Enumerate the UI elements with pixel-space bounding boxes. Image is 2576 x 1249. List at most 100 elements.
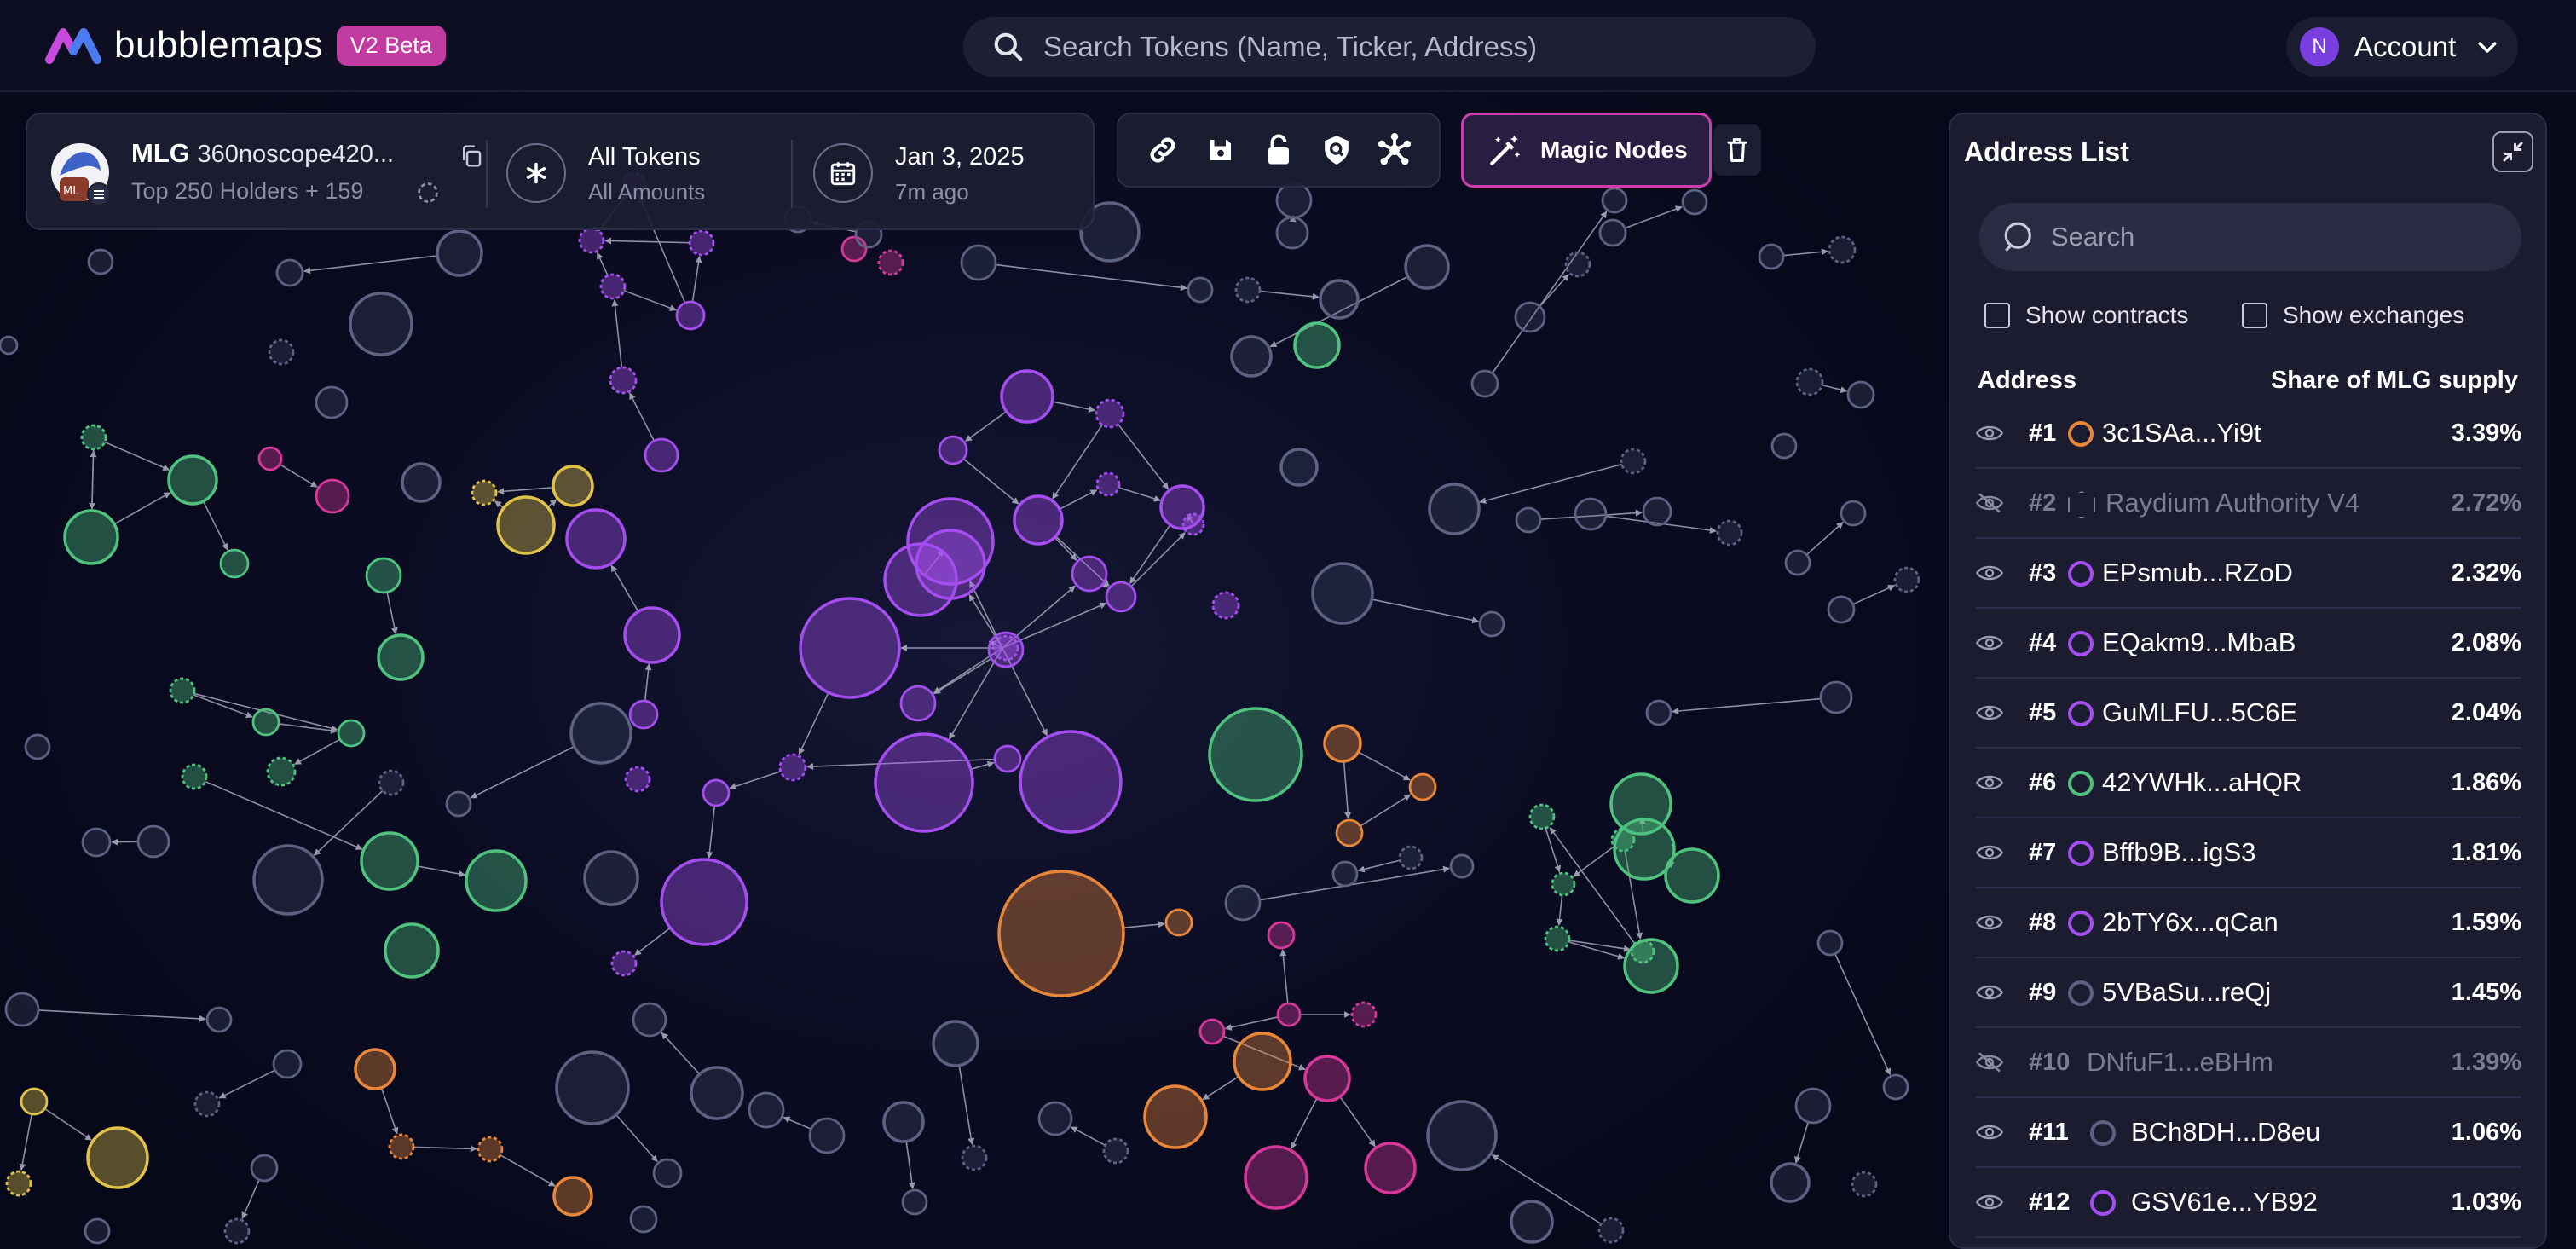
holder-bubble[interactable] [1893, 566, 1920, 593]
holder-bubble[interactable] [1071, 555, 1108, 593]
holder-bubble[interactable] [477, 1136, 504, 1163]
holder-bubble[interactable] [901, 1188, 928, 1216]
holder-bubble[interactable] [1819, 680, 1853, 714]
holder-bubble[interactable] [629, 1205, 658, 1234]
holder-bubble[interactable] [266, 756, 297, 787]
holder-bubble[interactable] [1795, 367, 1824, 396]
holder-bubble[interactable] [624, 766, 651, 793]
holder-bubble[interactable] [384, 922, 440, 979]
show-contracts-checkbox[interactable] [1984, 303, 2010, 328]
holder-bubble[interactable] [315, 385, 349, 419]
address-label[interactable]: Bffb9B...igS3 [2102, 837, 2255, 868]
holder-bubble[interactable] [275, 258, 304, 287]
holder-bubble[interactable] [1233, 1032, 1292, 1091]
holder-bubble[interactable] [1181, 512, 1205, 536]
address-search-bar[interactable] [1979, 203, 2521, 271]
holder-bubble[interactable] [436, 229, 483, 277]
holder-bubble[interactable] [401, 462, 442, 503]
holder-bubble[interactable] [1664, 847, 1720, 904]
holder-bubble[interactable] [688, 229, 715, 257]
eye-icon[interactable] [1975, 1122, 2004, 1147]
holder-bubble[interactable] [24, 733, 51, 760]
address-row[interactable]: #3 EPsmub...RZoD 2.32% [1975, 539, 2521, 609]
holder-bubble[interactable] [552, 465, 594, 507]
address-row[interactable]: #2 Raydium Authority V4 2.72% [1975, 469, 2521, 539]
holder-bubble[interactable] [1828, 235, 1857, 264]
holder-bubble[interactable] [205, 1006, 233, 1033]
holder-bubble[interactable] [652, 1158, 683, 1188]
holder-bubble[interactable] [1515, 506, 1542, 534]
holder-bubble[interactable] [1564, 251, 1591, 278]
holder-bubble[interactable] [599, 273, 627, 300]
holder-bubble[interactable] [1404, 244, 1450, 290]
holder-bubble[interactable] [250, 1154, 279, 1183]
token-filter-button[interactable] [506, 143, 566, 203]
holder-bubble[interactable] [583, 850, 639, 906]
holder-bubble[interactable] [1630, 939, 1655, 964]
holder-bubble[interactable] [1211, 591, 1240, 620]
holder-bubble[interactable] [932, 1020, 979, 1067]
holder-bubble[interactable] [1551, 871, 1576, 897]
holder-bubble[interactable] [378, 769, 405, 796]
address-label[interactable]: DNfuF1...eBHm [2087, 1047, 2273, 1078]
holder-bubble[interactable] [465, 849, 528, 912]
address-label[interactable]: 42YWHk...aHQR [2102, 767, 2302, 798]
token-search-bar[interactable] [963, 17, 1816, 77]
holder-bubble[interactable] [1816, 929, 1844, 957]
holder-bubble[interactable] [193, 1090, 221, 1118]
holder-bubble[interactable] [1428, 483, 1481, 535]
account-menu[interactable]: N Account [2286, 17, 2518, 77]
token-search-input[interactable] [1043, 31, 1793, 63]
holder-bubble[interactable] [136, 824, 170, 859]
holder-bubble[interactable] [778, 753, 807, 782]
holder-bubble[interactable] [377, 633, 425, 681]
holder-bubble[interactable] [1478, 610, 1505, 638]
holder-bubble[interactable] [388, 1133, 415, 1160]
holder-bubble[interactable] [471, 479, 498, 506]
holder-bubble[interactable] [1620, 448, 1647, 475]
holder-bubble[interactable] [1851, 1171, 1878, 1198]
holder-bubble[interactable] [610, 950, 638, 977]
holder-bubble[interactable] [1230, 335, 1273, 378]
holder-bubble[interactable] [628, 699, 659, 730]
address-row[interactable]: #8 2bTY6x...qCan 1.59% [1975, 888, 2521, 958]
holder-bubble[interactable] [223, 1217, 251, 1245]
holder-bubble[interactable] [1681, 188, 1708, 216]
holder-bubble[interactable] [1882, 1073, 1909, 1101]
holder-bubble[interactable] [1331, 860, 1359, 888]
holder-bubble[interactable] [1279, 448, 1319, 487]
eye-icon[interactable] [1975, 842, 2004, 867]
holder-bubble[interactable] [1770, 432, 1798, 460]
address-label[interactable]: GSV61e...YB92 [2131, 1187, 2318, 1217]
delete-button[interactable] [1713, 124, 1761, 176]
address-row[interactable]: #7 Bffb9B...igS3 1.81% [1975, 818, 2521, 888]
address-row[interactable]: #5 GuMLFU...5C6E 2.04% [1975, 679, 2521, 749]
holder-bubble[interactable] [1528, 803, 1556, 830]
holder-bubble[interactable] [1449, 853, 1475, 879]
holder-bubble[interactable] [496, 495, 556, 555]
holder-bubble[interactable] [874, 732, 974, 833]
holder-bubble[interactable] [552, 1176, 593, 1217]
holder-bubble[interactable] [80, 424, 107, 451]
holder-bubble[interactable] [1364, 1142, 1417, 1194]
holder-bubble[interactable] [1276, 1002, 1302, 1027]
holder-bubble[interactable] [337, 719, 366, 748]
address-label[interactable]: GuMLFU...5C6E [2102, 697, 2297, 728]
address-label[interactable]: BCh8DH...D8eu [2131, 1117, 2320, 1148]
holder-bubble[interactable] [169, 677, 196, 704]
holder-bubble[interactable] [748, 1091, 785, 1129]
eye-icon[interactable] [1975, 982, 2004, 1007]
date-picker-button[interactable] [813, 143, 873, 203]
holder-bubble[interactable] [1350, 1001, 1378, 1028]
holder-bubble[interactable] [257, 446, 283, 471]
holder-bubble[interactable] [1164, 908, 1193, 937]
holder-bubble[interactable] [1398, 845, 1424, 870]
token-filter-label[interactable]: All Tokens [588, 143, 701, 171]
show-exchanges-option[interactable]: Show exchanges [2242, 302, 2464, 329]
holder-bubble[interactable] [1105, 581, 1137, 613]
address-label[interactable]: EQakm9...MbaB [2102, 627, 2296, 658]
eye-off-icon[interactable] [1975, 1052, 2004, 1077]
holder-bubble[interactable] [961, 1144, 988, 1171]
holder-bubble[interactable] [993, 744, 1022, 773]
eye-off-icon[interactable] [1975, 493, 2004, 518]
